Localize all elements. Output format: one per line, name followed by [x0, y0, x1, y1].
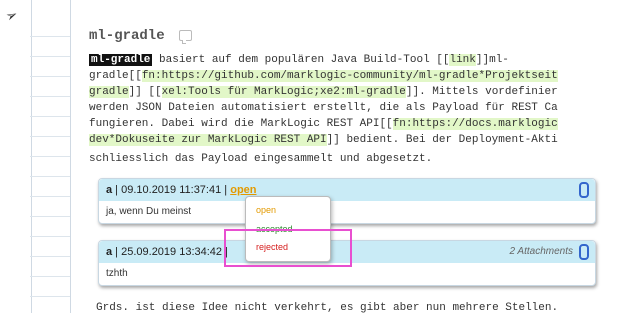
- rule-line: [30, 196, 70, 197]
- footnote-markup[interactable]: gradle: [89, 86, 129, 98]
- rule-line: [30, 136, 70, 137]
- rule-line: [30, 256, 70, 257]
- rule-line: [30, 96, 70, 97]
- status-option-open[interactable]: open: [256, 205, 276, 215]
- status-link[interactable]: open: [230, 184, 256, 196]
- rule-line: [30, 36, 70, 37]
- document-title: ml-gradle: [89, 28, 626, 44]
- comment-date: 09.10.2019 11:37:41: [121, 184, 222, 196]
- footnote-markup[interactable]: fn:https://github.com/marklogic-communit…: [141, 70, 558, 82]
- index-markup[interactable]: xel:Tools für MarkLogic;xe2:ml-gradle: [161, 86, 406, 98]
- text-span: basiert auf dem populären Java Build-Too…: [152, 54, 450, 66]
- annotation-highlight-box: [224, 229, 352, 267]
- rule-line: [30, 76, 70, 77]
- attachments-count[interactable]: 2 Attachments: [509, 241, 573, 263]
- comment-card: a | 09.10.2019 11:37:41 | open ja, wenn …: [98, 178, 596, 224]
- margin-line: [70, 0, 71, 313]
- rule-line: [30, 216, 70, 217]
- text-span: ]]. Mittels vordefinier: [405, 86, 558, 98]
- footnote-markup[interactable]: dev*Dokuseite zur MarkLogic REST API: [89, 134, 327, 146]
- paragraph-line-4: werden JSON Dateien automatisiert erstel…: [89, 102, 558, 114]
- rule-line: [30, 116, 70, 117]
- rule-line: [30, 296, 70, 297]
- text-span: ]] [[: [128, 86, 162, 98]
- rule-line: [30, 176, 70, 177]
- separator: |: [112, 184, 122, 196]
- document-area: ml-gradle ml-gradle basiert auf dem popu…: [89, 28, 626, 167]
- comment-header: a | 09.10.2019 11:37:41 | open: [99, 179, 595, 201]
- text-span: gradle[[: [89, 70, 142, 82]
- separator: |: [221, 184, 231, 196]
- paragraph-line-2: gradle[[fn:https://github.com/marklogic-…: [89, 68, 626, 84]
- title-text: ml-gradle: [89, 28, 165, 44]
- paragraph-line-5: fungieren. Dabei wird die MarkLogic REST…: [89, 116, 626, 132]
- rule-line: [30, 156, 70, 157]
- text-span: ]]ml-: [475, 54, 509, 66]
- cursor-arrow-icon: ➢: [3, 6, 21, 26]
- keyword-tag: ml-gradle: [89, 54, 153, 66]
- rule-line: [30, 276, 70, 277]
- inline-link[interactable]: link: [449, 54, 476, 66]
- text-span: fungieren. Dabei wird die MarkLogic REST…: [89, 118, 393, 130]
- paperclip-icon[interactable]: [579, 244, 589, 260]
- paragraph-line-7: schliesslich das Payload eingesammelt un…: [89, 153, 433, 165]
- rule-line: [30, 56, 70, 57]
- document-comment-icon[interactable]: [179, 29, 193, 44]
- paragraph-line-1: ml-gradle basiert auf dem populären Java…: [89, 52, 626, 68]
- text-span: ]] bedient. Bei der Deployment-Akti: [326, 134, 558, 146]
- paragraph-line-6: dev*Dokuseite zur MarkLogic REST API]] b…: [89, 132, 626, 148]
- paragraph-line-3: gradle]] [[xel:Tools für MarkLogic;xe2:m…: [89, 84, 626, 100]
- footnote-markup[interactable]: fn:https://docs.marklogic: [392, 118, 558, 130]
- comment-body: ja, wenn Du meinst: [106, 206, 192, 217]
- paperclip-icon[interactable]: [579, 182, 589, 198]
- separator: |: [112, 246, 122, 258]
- footer-text: Grds. ist diese Idee nicht verkehrt, es …: [96, 302, 559, 314]
- rule-line: [30, 236, 70, 237]
- comment-date: 25.09.2019 13:34:42: [121, 246, 223, 258]
